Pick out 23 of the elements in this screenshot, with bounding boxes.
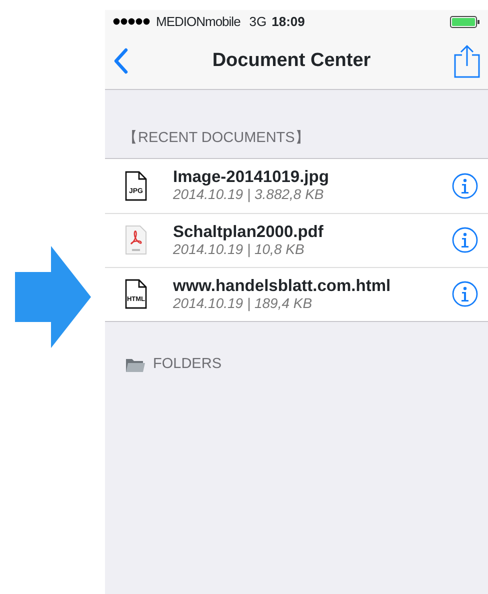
signal-icon (113, 18, 151, 25)
screen-title: Document Center (211, 48, 372, 73)
back-button[interactable] (113, 48, 129, 74)
share-button[interactable] (454, 44, 480, 78)
info-button[interactable] (452, 227, 478, 254)
section-header: FOLDERS (153, 354, 222, 374)
file-name: www.handelsblatt.com.html (173, 276, 392, 295)
info-button[interactable] (452, 172, 478, 199)
arrow-icon (14, 246, 90, 348)
folder-icon (125, 356, 145, 373)
network-type: 3G (249, 12, 267, 31)
file-details: 2014.10.19 | 10,8 KB (173, 240, 306, 258)
file-details: 2014.10.19 | 3.882,8 KB (173, 186, 325, 204)
file-row[interactable]: Schaltplan2000.pdf 2014.10.19 | 10,8 KB (105, 212, 488, 267)
clock-time: 18:09 (272, 12, 305, 31)
carrier-name: MEDIONmobile (156, 12, 240, 31)
battery-icon (450, 16, 480, 28)
file-name: Schaltplan2000.pdf (173, 222, 324, 241)
section-header: 【RECENT DOCUMENTS】 (123, 130, 310, 146)
file-details: 2014.10.19 | 189,4 KB (173, 294, 314, 312)
pdf-file-icon (125, 225, 147, 256)
info-button[interactable] (452, 281, 478, 308)
file-name: Image-20141019.jpg (173, 168, 330, 186)
